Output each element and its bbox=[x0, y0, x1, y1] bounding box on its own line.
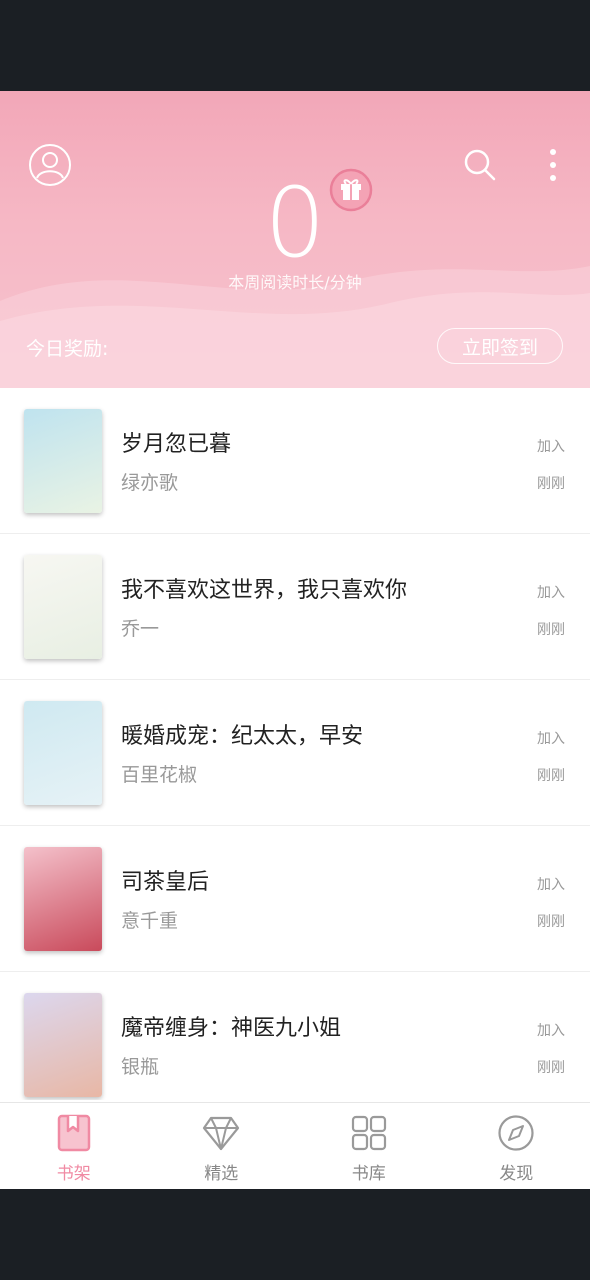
book-added-time: 刚刚 bbox=[537, 476, 565, 492]
book-item[interactable]: 岁月忽已暮 绿亦歌 加入 刚刚 bbox=[0, 388, 590, 534]
book-item[interactable]: 我不喜欢这世界，我只喜欢你 乔一 加入 刚刚 bbox=[0, 534, 590, 680]
gift-icon bbox=[329, 168, 373, 212]
book-title: 我不喜欢这世界，我只喜欢你 bbox=[121, 578, 408, 603]
book-author: 银瓶 bbox=[121, 1056, 160, 1078]
daily-reward-label: 今日奖励: bbox=[26, 338, 109, 360]
tab-featured[interactable]: 精选 bbox=[148, 1103, 296, 1189]
tab-discover[interactable]: 发现 bbox=[443, 1103, 590, 1189]
tab-bookshelf[interactable]: 书架 bbox=[0, 1103, 148, 1189]
book-added-label: 加入 bbox=[537, 439, 565, 455]
compass-icon bbox=[496, 1113, 536, 1153]
tab-label: 书架 bbox=[56, 1164, 91, 1184]
status-bar bbox=[0, 0, 590, 91]
book-author: 百里花椒 bbox=[121, 764, 198, 786]
tab-label: 书库 bbox=[351, 1164, 386, 1184]
book-cover bbox=[24, 701, 102, 805]
book-cover bbox=[24, 409, 102, 513]
book-title: 暖婚成宠：纪太太，早安 bbox=[121, 724, 364, 749]
book-cover bbox=[24, 993, 102, 1097]
tab-label: 发现 bbox=[499, 1164, 534, 1184]
weekly-reading-minutes: 0 bbox=[264, 167, 326, 279]
book-title: 魔帝缠身：神医九小姐 bbox=[121, 1016, 342, 1041]
sign-in-button[interactable]: 立即签到 bbox=[437, 328, 563, 364]
book-cover bbox=[24, 555, 102, 659]
book-added-time: 刚刚 bbox=[537, 1060, 565, 1076]
book-item[interactable]: 魔帝缠身：神医九小姐 银瓶 加入 刚刚 bbox=[0, 972, 590, 1100]
book-added-label: 加入 bbox=[537, 1023, 565, 1039]
book-title: 岁月忽已暮 bbox=[121, 432, 232, 457]
book-cover bbox=[24, 847, 102, 951]
bookshelf-list: 岁月忽已暮 绿亦歌 加入 刚刚 我不喜欢这世界，我只喜欢你 乔一 加入 刚刚 暖… bbox=[0, 388, 590, 1100]
tab-library[interactable]: 书库 bbox=[295, 1103, 443, 1189]
tab-label: 精选 bbox=[204, 1164, 239, 1184]
book-added-time: 刚刚 bbox=[537, 768, 565, 784]
reading-time-caption: 本周阅读时长/分钟 bbox=[228, 273, 362, 292]
book-added-label: 加入 bbox=[537, 731, 565, 747]
book-added-label: 加入 bbox=[537, 877, 565, 893]
system-navigation-bar bbox=[0, 1189, 590, 1280]
app-screen: 0 本周阅读时长/分钟 今日奖励: 立即签到 岁月忽已暮 绿亦歌 加入 刚刚 我… bbox=[0, 91, 590, 1189]
reading-header: 0 本周阅读时长/分钟 今日奖励: 立即签到 bbox=[0, 91, 590, 388]
book-author: 乔一 bbox=[121, 618, 160, 640]
grid-icon bbox=[349, 1113, 389, 1153]
book-author: 意千重 bbox=[121, 910, 179, 932]
book-item[interactable]: 暖婚成宠：纪太太，早安 百里花椒 加入 刚刚 bbox=[0, 680, 590, 826]
bottom-tab-bar: 书架 精选 书库 发现 bbox=[0, 1102, 590, 1189]
bookshelf-icon bbox=[54, 1113, 94, 1153]
book-added-label: 加入 bbox=[537, 585, 565, 601]
book-author: 绿亦歌 bbox=[121, 472, 179, 494]
book-added-time: 刚刚 bbox=[537, 914, 565, 930]
book-item[interactable]: 司茶皇后 意千重 加入 刚刚 bbox=[0, 826, 590, 972]
book-title: 司茶皇后 bbox=[121, 870, 210, 895]
diamond-icon bbox=[201, 1113, 241, 1153]
gift-button[interactable] bbox=[328, 167, 374, 213]
book-added-time: 刚刚 bbox=[537, 622, 565, 638]
